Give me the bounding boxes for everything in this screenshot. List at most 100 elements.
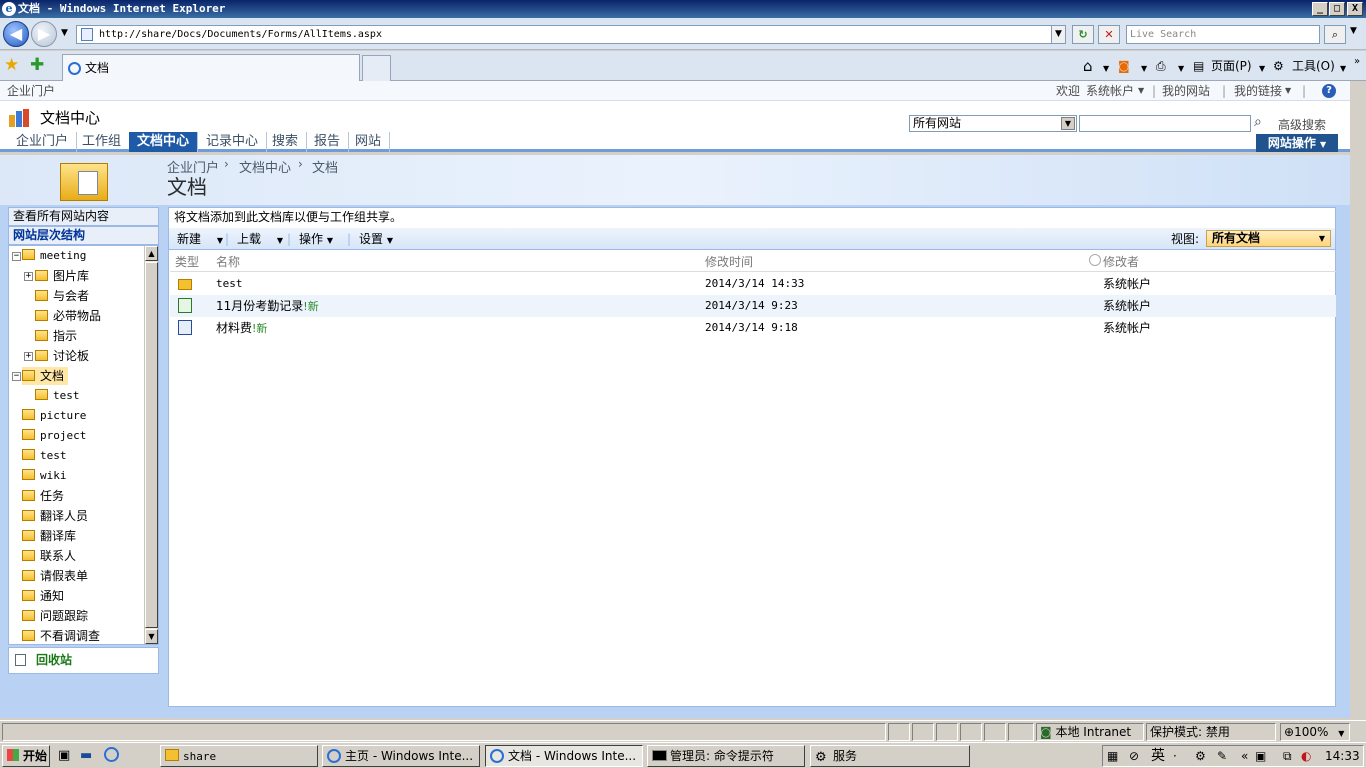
home-icon[interactable]: ⌂ bbox=[1083, 58, 1093, 74]
maximize-button[interactable]: □ bbox=[1329, 2, 1345, 16]
ime-punctuation-icon[interactable]: · bbox=[1173, 746, 1177, 766]
recycle-bin-link[interactable]: 回收站 bbox=[8, 647, 159, 674]
rss-icon[interactable]: ◙ bbox=[1118, 58, 1130, 74]
tree-item[interactable]: project bbox=[22, 427, 86, 445]
nav-tab-workgroup[interactable]: 工作组 bbox=[74, 132, 131, 152]
new-menu[interactable]: 新建 ▼ bbox=[177, 228, 223, 252]
favorites-star-icon[interactable]: ★ bbox=[4, 55, 19, 75]
site-search-input[interactable] bbox=[1079, 115, 1251, 132]
actions-menu[interactable]: 操作 ▼ bbox=[299, 228, 333, 252]
my-links-dropdown-icon[interactable]: ▼ bbox=[1285, 81, 1291, 101]
document-name-link[interactable]: 材料费!新 bbox=[216, 320, 267, 337]
tray-block-icon[interactable]: ⊘ bbox=[1129, 746, 1139, 766]
tree-item[interactable]: 指示 bbox=[35, 327, 77, 345]
tray-expand-icon[interactable]: « bbox=[1241, 746, 1248, 766]
col-header-modified[interactable]: 修改时间 bbox=[705, 253, 753, 270]
nav-tab-search[interactable]: 搜索 bbox=[264, 132, 308, 152]
tree-expander-icon[interactable]: − bbox=[12, 252, 21, 261]
more-tools-icon[interactable]: » bbox=[1354, 54, 1360, 70]
tree-item[interactable]: 任务 bbox=[22, 487, 64, 505]
nav-tab-portal[interactable]: 企业门户 bbox=[8, 132, 78, 152]
quicklaunch-desktop-icon[interactable]: ▬ bbox=[80, 748, 92, 763]
tree-item[interactable]: test bbox=[35, 387, 80, 405]
tree-item[interactable]: 必带物品 bbox=[35, 307, 101, 325]
my-links-menu[interactable]: 我的链接 bbox=[1234, 81, 1282, 101]
tray-volume-muted-icon[interactable]: ◐ bbox=[1301, 746, 1311, 766]
taskbar-button-share[interactable]: share bbox=[160, 745, 318, 767]
protected-mode[interactable]: 保护模式: 禁用 bbox=[1146, 723, 1276, 741]
nav-tab-reports[interactable]: 报告 bbox=[306, 132, 350, 152]
site-title[interactable]: 文档中心 bbox=[40, 107, 100, 128]
page-menu-dropdown-icon[interactable]: ▼ bbox=[1259, 61, 1265, 77]
refresh-icon[interactable]: ↻ bbox=[1072, 25, 1094, 44]
document-modified-by[interactable]: 系统帐户 bbox=[1103, 298, 1151, 314]
tools-dropdown-icon[interactable]: ▼ bbox=[1340, 61, 1346, 77]
tree-item[interactable]: 与会者 bbox=[35, 287, 89, 305]
tree-item[interactable]: 翻译库 bbox=[22, 527, 76, 545]
document-name-link[interactable]: test bbox=[216, 276, 243, 292]
zone-indicator[interactable]: ◙ 本地 Intranet bbox=[1036, 723, 1144, 741]
address-dropdown-icon[interactable]: ▼ bbox=[1051, 25, 1066, 44]
home-dropdown-icon[interactable]: ▼ bbox=[1103, 61, 1109, 77]
tree-item[interactable]: 问题跟踪 bbox=[22, 607, 88, 625]
tab-documents[interactable]: 文档 bbox=[62, 54, 360, 81]
col-header-name[interactable]: 名称 bbox=[216, 253, 240, 270]
taskbar-button-cmd[interactable]: 管理员: 命令提示符 bbox=[647, 745, 805, 767]
nav-tab-sites[interactable]: 网站 bbox=[347, 132, 391, 152]
close-window-button[interactable]: X bbox=[1347, 2, 1363, 16]
help-icon[interactable]: ? bbox=[1322, 84, 1336, 98]
ime-settings-icon[interactable]: ⚙ bbox=[1195, 746, 1206, 766]
col-header-type[interactable]: 类型 bbox=[175, 253, 199, 270]
document-row[interactable]: 材料费!新 2014/3/14 9:18 系统帐户 bbox=[170, 317, 1336, 339]
breadcrumb-document-center[interactable]: 文档中心 bbox=[239, 157, 291, 176]
portal-link[interactable]: 企业门户 bbox=[7, 84, 55, 98]
site-search-icon[interactable]: ⌕ bbox=[1254, 114, 1262, 130]
clock[interactable]: 14:33 bbox=[1325, 746, 1360, 766]
upload-menu[interactable]: 上载 ▼ bbox=[237, 228, 283, 252]
live-search-input[interactable]: Live Search bbox=[1126, 25, 1320, 44]
scope-dropdown-icon[interactable]: ▼ bbox=[1061, 117, 1075, 130]
view-select[interactable]: 所有文档 ▼ bbox=[1206, 230, 1331, 247]
tree-item[interactable]: 不看调调查 bbox=[22, 627, 100, 645]
tray-keyboard-icon[interactable]: ▦ bbox=[1107, 746, 1118, 766]
advanced-search-link[interactable]: 高级搜索 bbox=[1278, 116, 1326, 133]
site-actions-menu[interactable]: 网站操作 ▼ bbox=[1256, 134, 1338, 152]
scroll-thumb[interactable] bbox=[145, 262, 158, 628]
minimize-button[interactable]: _ bbox=[1312, 2, 1328, 16]
forward-button[interactable]: ▶ bbox=[31, 21, 57, 47]
document-modified-by[interactable]: 系统帐户 bbox=[1103, 276, 1151, 292]
tree-item[interactable]: picture bbox=[22, 407, 86, 425]
tree-item[interactable]: 图片库 bbox=[35, 267, 89, 285]
history-dropdown-icon[interactable]: ▼ bbox=[61, 28, 68, 38]
ime-indicator[interactable]: 英 bbox=[1151, 746, 1165, 766]
tree-expander-icon[interactable]: + bbox=[24, 352, 33, 361]
nav-tab-document-center[interactable]: 文档中心 bbox=[129, 132, 199, 152]
tree-item[interactable]: 请假表单 bbox=[22, 567, 88, 585]
tree-expander-icon[interactable]: + bbox=[24, 272, 33, 281]
quicklaunch-servers-icon[interactable]: ▣ bbox=[58, 748, 70, 763]
search-go-icon[interactable]: ⌕ bbox=[1324, 25, 1346, 44]
stop-icon[interactable]: ✕ bbox=[1098, 25, 1120, 44]
tree-scrollbar[interactable]: ▲ ▼ bbox=[144, 246, 158, 644]
print-dropdown-icon[interactable]: ▼ bbox=[1178, 61, 1184, 77]
address-input[interactable]: http://share/Docs/Documents/Forms/AllIte… bbox=[76, 25, 1066, 44]
account-dropdown-icon[interactable]: ▼ bbox=[1138, 81, 1144, 101]
ime-tool-icon[interactable]: ✎ bbox=[1217, 746, 1227, 766]
start-button[interactable]: 开始 bbox=[2, 745, 50, 767]
document-modified-by[interactable]: 系统帐户 bbox=[1103, 320, 1151, 336]
add-favorites-icon[interactable]: ✚ bbox=[30, 55, 44, 75]
scroll-up-icon[interactable]: ▲ bbox=[145, 246, 158, 261]
rss-dropdown-icon[interactable]: ▼ bbox=[1141, 61, 1147, 77]
nav-tab-records-center[interactable]: 记录中心 bbox=[198, 132, 268, 152]
quicklaunch-ie-icon[interactable] bbox=[104, 747, 119, 762]
tray-network-icon[interactable]: ⧉ bbox=[1283, 746, 1292, 766]
scroll-down-icon[interactable]: ▼ bbox=[145, 629, 158, 644]
taskbar-button-ie-home[interactable]: 主页 - Windows Inte... bbox=[322, 745, 480, 767]
tree-item[interactable]: 通知 bbox=[22, 587, 64, 605]
account-menu[interactable]: 系统帐户 bbox=[1086, 81, 1134, 101]
settings-menu[interactable]: 设置 ▼ bbox=[359, 228, 393, 252]
back-button[interactable]: ◀ bbox=[3, 21, 29, 47]
document-row[interactable]: test 2014/3/14 14:33 系统帐户 bbox=[170, 273, 1336, 295]
document-name-link[interactable]: 11月份考勤记录!新 bbox=[216, 298, 319, 315]
tools-menu[interactable]: 工具(O) bbox=[1292, 58, 1335, 74]
